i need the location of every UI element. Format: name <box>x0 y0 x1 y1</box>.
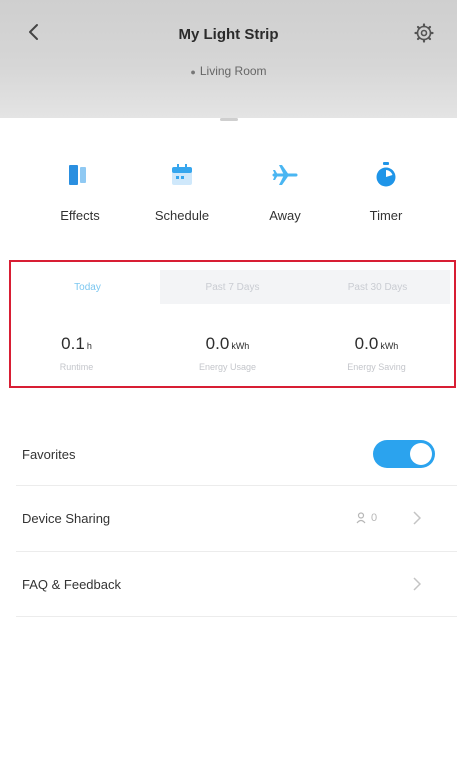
page-title: My Light Strip <box>178 26 279 43</box>
faq-feedback-row[interactable]: FAQ & Feedback <box>0 556 457 612</box>
gear-icon <box>414 23 434 43</box>
timer-icon <box>376 162 396 187</box>
favorites-toggle[interactable] <box>373 440 435 468</box>
effects-icon <box>69 165 86 185</box>
calendar-icon <box>172 164 192 185</box>
sharing-count: 0 <box>356 512 377 524</box>
tab-past-7-days[interactable]: Past 7 Days <box>160 270 305 304</box>
device-sharing-row[interactable]: Device Sharing 0 <box>0 490 457 546</box>
chevron-right-icon <box>410 577 424 591</box>
away-label: Away <box>269 208 301 223</box>
energy-usage-stat: 0.0 kWh Energy Usage <box>154 334 301 372</box>
energy-saving-stat: 0.0 kWh Energy Saving <box>303 334 450 372</box>
back-button[interactable] <box>20 18 48 46</box>
tab-today[interactable]: Today <box>15 270 160 304</box>
settings-button[interactable] <box>410 19 438 47</box>
effects-label: Effects <box>60 208 100 223</box>
schedule-button[interactable]: Schedule <box>132 160 232 240</box>
tab-past-30-days[interactable]: Past 30 Days <box>305 270 450 304</box>
stats-tabs: Today Past 7 Days Past 30 Days <box>11 262 454 304</box>
chevron-right-icon <box>410 511 424 525</box>
chevron-left-icon <box>29 24 38 40</box>
divider <box>16 551 457 552</box>
function-row: Effects Schedule Away Timer <box>0 160 457 240</box>
divider <box>16 485 457 486</box>
energy-usage-value: 0.0 <box>205 334 230 353</box>
sharing-count-value: 0 <box>371 512 378 524</box>
location-pin-icon: ● <box>190 67 196 77</box>
airplane-icon <box>272 165 298 185</box>
timer-label: Timer <box>369 208 403 223</box>
energy-stats-panel: Today Past 7 Days Past 30 Days 0.1 h Runt… <box>9 260 456 388</box>
runtime-unit: h <box>86 341 92 351</box>
toggle-knob <box>410 443 432 465</box>
header: My Light Strip ● Living Room <box>0 0 457 118</box>
energy-saving-caption: Energy Saving <box>347 362 406 372</box>
schedule-label: Schedule <box>154 208 210 223</box>
room-name: Living Room <box>199 64 267 78</box>
runtime-value: 0.1 <box>61 334 85 353</box>
timer-button[interactable]: Timer <box>336 160 436 240</box>
favorites-label: Favorites <box>22 446 76 462</box>
effects-button[interactable]: Effects <box>30 160 130 240</box>
runtime-stat: 0.1 h Runtime <box>3 334 150 372</box>
device-sharing-label: Device Sharing <box>22 510 111 526</box>
away-button[interactable]: Away <box>235 160 335 240</box>
runtime-caption: Runtime <box>59 362 94 372</box>
faq-feedback-label: FAQ & Feedback <box>22 576 121 592</box>
device-page: My Light Strip ● Living Room Effects Sch… <box>0 0 457 764</box>
favorites-row: Favorites <box>0 426 457 482</box>
user-icon <box>356 512 366 524</box>
divider <box>16 616 457 617</box>
energy-saving-value: 0.0 <box>354 334 379 353</box>
energy-usage-unit: kWh <box>231 341 250 351</box>
drag-handle[interactable] <box>220 118 238 121</box>
room-label: ● Living Room <box>80 64 377 78</box>
energy-saving-unit: kWh <box>380 341 399 351</box>
energy-usage-caption: Energy Usage <box>198 362 257 372</box>
